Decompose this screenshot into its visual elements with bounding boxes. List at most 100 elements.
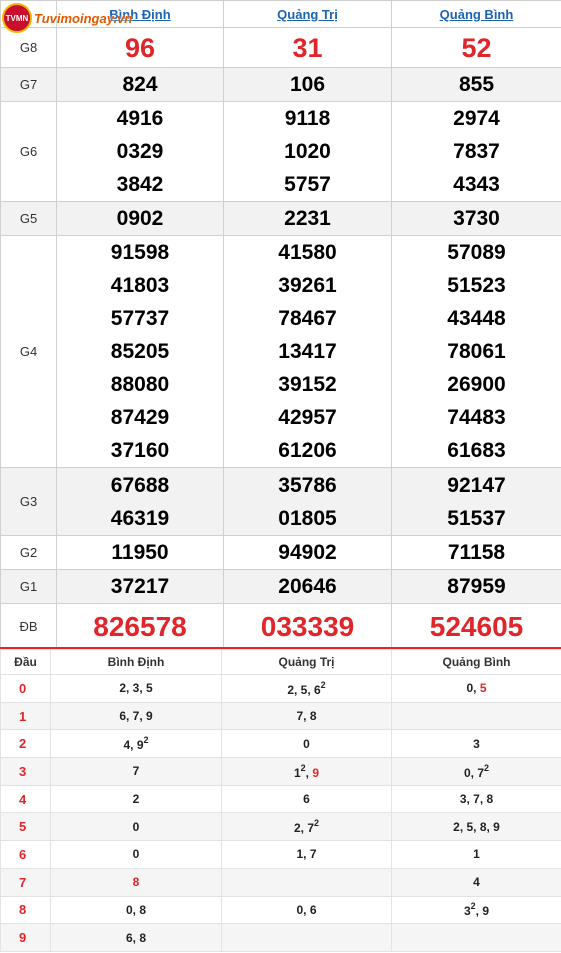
prize-cell: 35786 01805 [223,467,392,536]
prize-number: 9118 [284,107,331,130]
prize-number: 106 [289,73,326,96]
loto-head-digit: 1 [0,701,51,731]
loto-tail: , 9 [475,904,490,919]
prize-number: 71158 [447,541,506,564]
loto-cell: 0 [50,812,222,842]
loto-cell: 0, 72 [391,757,561,786]
loto-count: 2 [320,679,326,690]
prize-number: 91598 [110,241,170,264]
loto-row: 6 0 1, 7 1 [0,840,561,869]
loto-head-digit: 0 [0,674,51,703]
loto-tail: 3 [473,736,480,751]
province-link[interactable]: Quảng Bình [391,0,561,28]
loto-count: 2 [143,735,149,746]
prize-number: 13417 [278,340,337,363]
loto-tail: 8 [132,875,140,890]
prize-cell: 37217 [56,569,224,604]
prize-number: 51523 [447,274,506,297]
loto-tail: 0, [466,681,480,696]
loto-tail: 2 [132,792,140,807]
prize-number: 0902 [116,207,164,230]
prize-number: 11950 [111,541,169,564]
prize-number: 78061 [447,340,506,363]
logo-text: Tuvimoingay.vn [34,10,133,26]
prize-number: 855 [458,73,495,96]
loto-cell: 2, 3, 5 [50,674,222,703]
loto-tail: 2, 5, 6 [287,682,321,697]
prize-number: 85205 [110,340,170,363]
prize-number: 37160 [110,439,170,462]
loto-head-digit: 3 [0,757,51,786]
prize-cell: 3730 [391,201,561,236]
prize-label: G1 [0,569,57,604]
prize-number: 46319 [110,506,170,530]
loto-tail: 6, 8 [125,930,146,945]
prize-number: 826578 [93,610,187,642]
loto-tail: 0 [303,736,310,751]
prize-cell: 91598 41803 57737 85205 88080 87429 37160 [56,235,224,468]
prize-cell: 2231 [223,201,392,236]
loto-row: 2 4, 92 0 3 [0,729,561,759]
prize-cell: 033339 [223,603,392,650]
loto-cell [221,867,392,897]
loto-cell: 2, 72 [221,812,392,842]
prize-label: G2 [0,535,57,570]
loto-row: 3 7 12, 9 0, 72 [0,757,561,786]
prize-cell: 92147 51537 [391,467,561,536]
prize-number: 033339 [260,610,355,642]
loto-row: 5 0 2, 72 2, 5, 8, 9 [0,812,561,842]
prize-cell: 71158 [391,535,561,570]
prize-number: 2231 [284,207,331,230]
prize-row-đb: ĐB 826578 033339 524605 [0,603,561,650]
loto-cell: 3, 7, 8 [391,784,561,814]
loto-header-row: Đầu Bình Định Quảng Trị Quảng Bình [0,649,561,675]
prize-label: G7 [0,67,57,102]
loto-cell: 12, 9 [221,757,392,786]
prize-number: 20646 [278,575,337,598]
loto-tail: 5 [479,681,487,696]
prize-cell: 94902 [223,535,392,570]
prize-number: 61206 [278,439,337,462]
prize-cell: 9118 1020 5757 [223,101,392,202]
prize-number: 52 [461,32,492,63]
loto-tail: 0, 6 [296,902,317,917]
loto-tail: 4, 9 [123,738,144,753]
prize-number: 51537 [447,506,506,530]
loto-count: 2 [484,762,490,773]
prize-number: 74483 [447,406,506,429]
loto-cell [391,923,561,952]
prize-label: G3 [0,467,57,536]
prize-cell: 0902 [56,201,224,236]
loto-head-label: Đầu [0,649,51,675]
prize-number: 824 [122,73,158,96]
loto-cell: 4 [391,867,561,897]
loto-cell: 0, 8 [50,895,222,925]
loto-tail: 6 [303,792,310,807]
loto-cell: 2, 5, 8, 9 [391,812,561,842]
loto-cell: 6, 8 [50,923,222,952]
prize-number: 41580 [278,241,337,264]
prize-cell: 2974 7837 4343 [391,101,561,202]
loto-tail: 0, 8 [125,902,146,917]
loto-tail: 4 [473,875,480,890]
prize-number: 43448 [447,307,506,330]
site-logo[interactable]: TVMN Tuvimoingay.vn [2,0,152,36]
prize-row-g4: G4 91598 41803 57737 85205 88080 87429 37160 415… [0,235,561,468]
prize-number: 78467 [278,307,337,330]
prize-cell: 87959 [391,569,561,604]
loto-row: 1 6, 7, 9 7, 8 [0,701,561,731]
prize-number: 3842 [116,173,164,196]
prize-cell: 824 [56,67,224,102]
prize-cell: 4916 0329 3842 [56,101,224,202]
prize-number: 35786 [278,473,337,497]
loto-cell: 8 [50,867,222,897]
loto-tail: 3, 7, 8 [459,792,494,807]
loto-table: Đầu Bình Định Quảng Trị Quảng Bình 0 2, 3… [0,649,561,952]
loto-count: 2 [314,818,320,829]
loto-tail: 1 [473,847,480,862]
loto-tail: 1, 7 [296,847,317,862]
loto-cell: 1 [391,840,561,869]
province-link[interactable]: Quảng Trị [223,0,392,28]
prize-number: 94902 [278,541,337,564]
logo-badge-icon: TVMN [2,3,32,33]
